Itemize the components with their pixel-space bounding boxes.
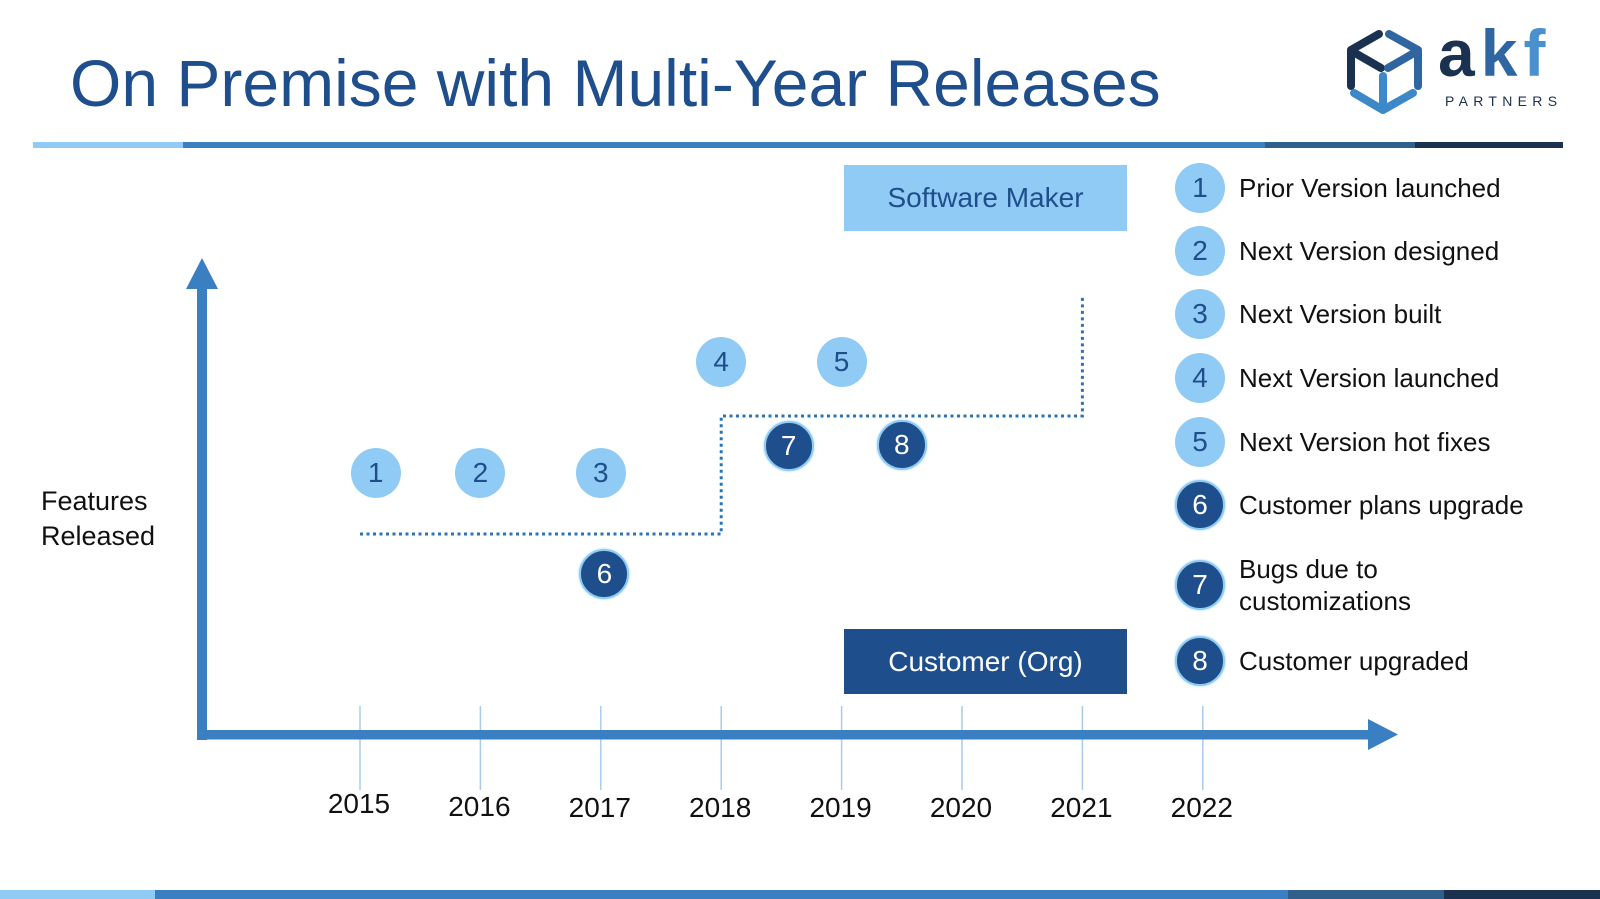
legend-item: 1 Prior Version launched [1175, 163, 1501, 213]
year-label-2018: 2018 [689, 792, 752, 823]
y-axis-label-line: Features [41, 486, 148, 516]
timeline-marker-3: 3 [575, 448, 626, 498]
legend-marker-5: 5 [1175, 417, 1225, 467]
timeline-marker-7: 7 [763, 421, 814, 471]
legend-label: Next Version built [1239, 298, 1441, 330]
software-maker-lane-label: Software Maker [844, 165, 1127, 231]
year-label-2022: 2022 [1170, 792, 1233, 823]
feature-release-step-line [360, 296, 1084, 536]
y-axis-line [197, 284, 207, 740]
x-axis-line [197, 730, 1372, 740]
legend-label: Bugs due to customizations [1239, 553, 1411, 617]
timeline-marker-8: 8 [876, 420, 927, 470]
legend-label: Prior Version launched [1239, 172, 1501, 204]
legend-marker-7: 7 [1175, 560, 1225, 610]
legend-item: 8 Customer upgraded [1175, 636, 1469, 686]
year-label-2015: 2015 [327, 788, 391, 819]
legend-label-line: customizations [1239, 586, 1411, 616]
legend-label-line: Customer upgraded [1239, 646, 1469, 676]
legend-label-line: Next Version designed [1239, 236, 1500, 266]
legend-item: 3 Next Version built [1175, 289, 1441, 339]
footer-bar-segment [1444, 890, 1600, 899]
timeline-marker-4: 4 [696, 337, 747, 387]
legend-marker-3: 3 [1175, 289, 1225, 339]
footer-bar-segment [155, 890, 1288, 899]
legend-label: Next Version designed [1239, 235, 1499, 267]
year-label-2017: 2017 [568, 792, 631, 823]
footer-bar-segment [1288, 890, 1444, 899]
legend-marker-4: 4 [1175, 353, 1225, 403]
footer-bar-segment [0, 890, 155, 899]
legend-label: Next Version launched [1239, 362, 1499, 394]
timeline-marker-5: 5 [816, 337, 867, 387]
legend-item: 7 Bugs due to customizations [1175, 554, 1411, 616]
legend-label-line: Next Version built [1239, 299, 1442, 329]
legend-marker-1: 1 [1175, 163, 1225, 213]
y-axis-label: Features Released [41, 484, 155, 554]
y-axis-label-line: Released [41, 521, 156, 551]
legend-item: 6 Customer plans upgrade [1175, 480, 1524, 530]
legend-item: 2 Next Version designed [1175, 226, 1499, 276]
year-label-2019: 2019 [809, 792, 872, 823]
footer-bar [0, 890, 1600, 899]
legend-label: Next Version hot fixes [1239, 426, 1490, 458]
legend-label-line: Next Version hot fixes [1239, 427, 1491, 457]
legend-label-line: Bugs due to [1239, 554, 1378, 584]
year-label-2016: 2016 [448, 791, 511, 822]
y-axis-arrowhead [186, 258, 218, 289]
legend-item: 5 Next Version hot fixes [1175, 417, 1490, 467]
x-axis-arrowhead [1368, 719, 1398, 750]
legend-label-line: Next Version launched [1239, 363, 1500, 393]
legend-marker-8: 8 [1175, 636, 1225, 686]
legend-label-line: Customer plans upgrade [1239, 490, 1524, 520]
legend-label: Customer upgraded [1239, 645, 1469, 677]
legend-marker-6: 6 [1175, 480, 1225, 530]
legend-label-line: Prior Version launched [1239, 173, 1501, 203]
legend-label: Customer plans upgrade [1239, 489, 1524, 521]
timeline-marker-1: 1 [350, 448, 401, 498]
year-label-2020: 2020 [929, 792, 993, 823]
legend-item: 4 Next Version launched [1175, 353, 1499, 403]
customer-lane-label: Customer (Org) [844, 629, 1127, 694]
year-label-2021: 2021 [1050, 792, 1113, 823]
legend-marker-2: 2 [1175, 226, 1225, 276]
